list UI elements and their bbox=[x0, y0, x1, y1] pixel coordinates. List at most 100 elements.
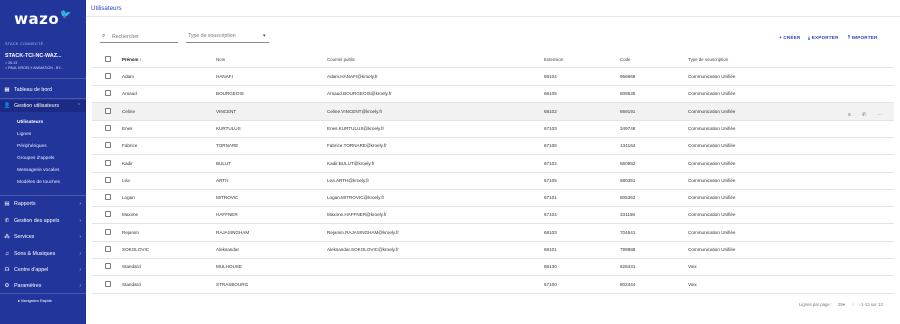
headset-icon: ☊ bbox=[4, 266, 10, 273]
row-checkbox[interactable] bbox=[105, 194, 111, 200]
column-header-extension[interactable]: Extension bbox=[544, 57, 563, 62]
edit-icon[interactable]: ≡ bbox=[848, 112, 851, 118]
lastname-cell: HAFFNER bbox=[216, 212, 238, 217]
subscription-cell: Communication Unifiée bbox=[688, 126, 736, 131]
table-row[interactable] bbox=[92, 137, 894, 154]
nav-call-center[interactable]: ☊ Centre d'appel › bbox=[0, 264, 86, 275]
import-button[interactable]: ⤒ IMPORTER bbox=[848, 35, 878, 40]
lastname-cell: STRASBOURG bbox=[216, 282, 249, 287]
email-cell: Logan.MITROVIC@kroely.fr bbox=[327, 195, 385, 200]
phone-icon[interactable]: ✆ bbox=[862, 112, 866, 118]
email-cell: Adam.HANAFI@kroely.fr bbox=[327, 74, 378, 79]
table-row[interactable] bbox=[92, 206, 894, 223]
select-all-checkbox[interactable] bbox=[105, 56, 111, 62]
table-row[interactable] bbox=[92, 68, 894, 85]
email-cell: Rejanim.RAJASINGHAM@kroely.fr bbox=[327, 230, 399, 235]
row-checkbox[interactable] bbox=[105, 211, 111, 217]
row-checkbox[interactable] bbox=[105, 125, 111, 131]
nav-call-management[interactable]: ✆ Gestion des appels › bbox=[0, 215, 86, 226]
lastname-cell: ARTH bbox=[216, 178, 229, 183]
navigation-icon: ▸ bbox=[18, 299, 20, 303]
create-button[interactable]: + CRÉER bbox=[779, 35, 800, 40]
nav-reports[interactable]: ▤ Rapports › bbox=[0, 198, 86, 209]
subscription-cell: Communication Unifiée bbox=[688, 212, 736, 217]
code-cell: 626431 bbox=[620, 264, 636, 269]
subscription-cell: Voix bbox=[688, 282, 697, 287]
row-checkbox[interactable] bbox=[105, 229, 111, 235]
nav-dashboard[interactable]: ▦ Tableau de bord bbox=[0, 84, 86, 96]
row-checkbox[interactable] bbox=[105, 108, 111, 114]
firstname-cell: Maxime bbox=[122, 212, 139, 217]
nav-settings[interactable]: ⚙ Paramètres › bbox=[0, 280, 86, 291]
prev-page-button[interactable]: ‹ bbox=[852, 302, 854, 308]
table-row[interactable] bbox=[92, 155, 894, 172]
nav-sounds-music[interactable]: ♫ Sons & Musiques › bbox=[0, 248, 86, 259]
search-input[interactable] bbox=[112, 32, 176, 41]
sort-arrow-up-icon: ↑ bbox=[139, 57, 142, 62]
export-button[interactable]: ⤓ EXPORTER bbox=[808, 35, 839, 40]
extension-cell: 67106 bbox=[544, 143, 557, 148]
nav-user-management[interactable]: 👤 Gestion utilisateurs ⌃ bbox=[0, 100, 86, 112]
table-row[interactable] bbox=[92, 172, 894, 189]
grid-icon: ⁂ bbox=[4, 233, 10, 240]
subnav-voicemail[interactable]: Messagerie vocales bbox=[17, 168, 59, 173]
column-header-email[interactable]: Courriel public bbox=[327, 57, 355, 62]
subscription-cell: Communication Unifiée bbox=[688, 161, 736, 166]
chevron-right-icon: › bbox=[79, 250, 81, 257]
table-row[interactable] bbox=[92, 258, 894, 275]
row-checkbox[interactable] bbox=[105, 90, 111, 96]
column-header-subscription[interactable]: Type de souscription bbox=[688, 57, 728, 62]
row-checkbox[interactable] bbox=[105, 263, 111, 269]
table-row[interactable] bbox=[92, 241, 894, 258]
code-cell: 704641 bbox=[620, 230, 636, 235]
lastname-cell: HANAFI bbox=[216, 74, 233, 79]
firstname-cell: SOKOLOVIC bbox=[122, 247, 150, 252]
row-checkbox[interactable] bbox=[105, 246, 111, 252]
extension-cell: 67100 bbox=[544, 282, 557, 287]
upload-icon: ⤒ bbox=[848, 35, 851, 40]
subnav-devices[interactable]: Périphériques bbox=[17, 144, 47, 149]
email-cell: Fabrice.TORNARE@kroely.fr bbox=[327, 143, 387, 148]
chevron-right-icon: › bbox=[79, 266, 81, 273]
subnav-users[interactable]: Utilisateurs bbox=[17, 120, 43, 125]
table-row[interactable] bbox=[92, 85, 894, 102]
row-checkbox[interactable] bbox=[105, 142, 111, 148]
row-checkbox[interactable] bbox=[105, 281, 111, 287]
rows-per-page-label: Lignes par page : bbox=[799, 302, 833, 307]
code-cell: 956868 bbox=[620, 74, 636, 79]
gear-icon: ⚙ bbox=[4, 282, 10, 289]
column-header-firstname[interactable]: Prénom ↑ bbox=[122, 57, 142, 62]
column-header-lastname[interactable]: Nom bbox=[216, 57, 225, 62]
table-row[interactable] bbox=[92, 224, 894, 241]
more-icon[interactable]: ⋯ bbox=[877, 112, 882, 118]
breadcrumb[interactable]: Utilisateurs bbox=[91, 5, 122, 12]
header-label: Prénom bbox=[122, 57, 139, 62]
subnav-key-templates[interactable]: Modèles de touches bbox=[17, 180, 60, 185]
caret-down-icon[interactable]: ▾ bbox=[263, 33, 266, 39]
import-label: IMPORTER bbox=[851, 35, 878, 40]
create-label: CRÉER bbox=[783, 35, 801, 40]
row-checkbox[interactable] bbox=[105, 177, 111, 183]
subnav-lines[interactable]: Lignes bbox=[17, 132, 31, 137]
table-row[interactable] bbox=[92, 120, 894, 137]
email-cell: Kadir.BULUT@kroely.fr bbox=[327, 161, 375, 166]
subnav-call-groups[interactable]: Groupes d'appels bbox=[17, 156, 54, 161]
rows-per-page-select[interactable]: 25▾ bbox=[838, 302, 845, 308]
table-row[interactable] bbox=[92, 103, 894, 120]
nav-services[interactable]: ⁂ Services › bbox=[0, 231, 86, 242]
subscription-filter[interactable]: Type de souscription bbox=[188, 33, 236, 39]
stack-name[interactable]: STACK-TCI-NC-WAZ... bbox=[5, 53, 62, 59]
search-icon: ⌕ bbox=[102, 33, 106, 39]
column-header-code[interactable]: Code bbox=[620, 57, 631, 62]
table-row[interactable] bbox=[92, 189, 894, 206]
sidebar-divider bbox=[0, 293, 86, 294]
row-checkbox[interactable] bbox=[105, 73, 111, 79]
table-row[interactable] bbox=[92, 276, 894, 293]
quick-navigation[interactable]: ▸ Navigation Rapide bbox=[18, 298, 52, 303]
dashboard-icon: ▦ bbox=[4, 87, 10, 93]
row-checkbox[interactable] bbox=[105, 160, 111, 166]
stack-caption: STACK CONNECTÉ bbox=[5, 42, 44, 46]
wazo-logo[interactable]: wazo🐦 bbox=[0, 10, 86, 28]
phone-icon: ✆ bbox=[4, 217, 10, 224]
stack-version: > 26.13 bbox=[5, 61, 18, 65]
